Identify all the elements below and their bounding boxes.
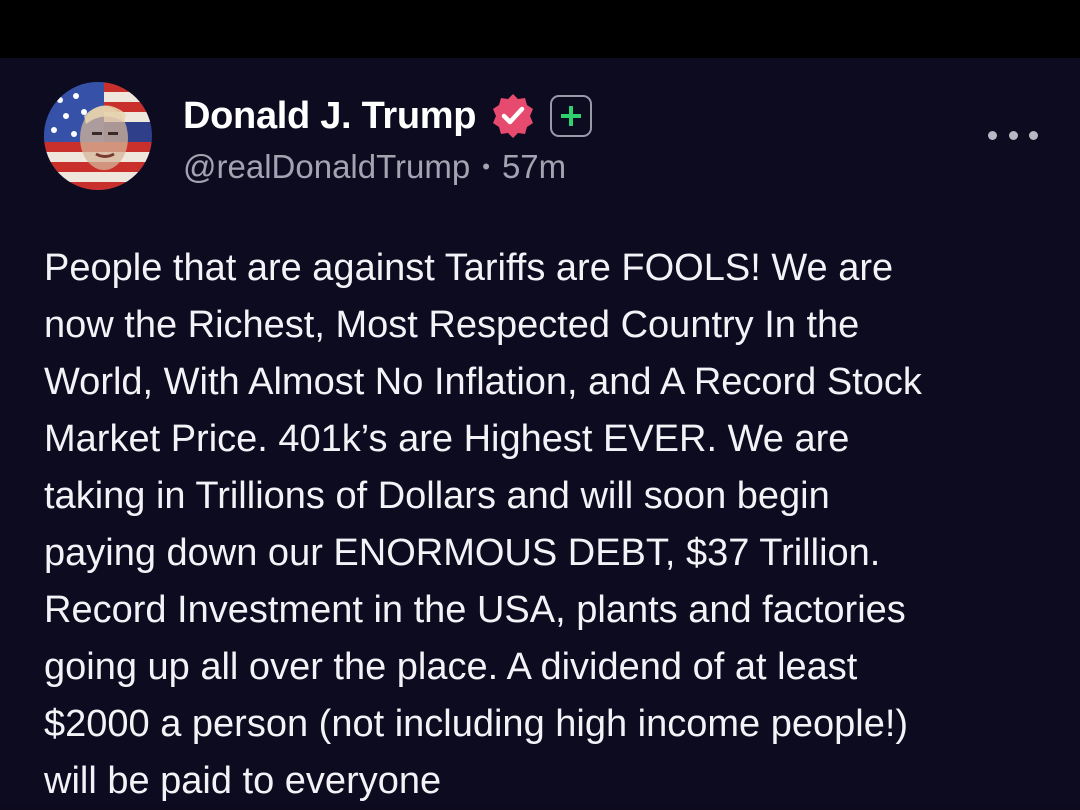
more-dot <box>988 130 997 140</box>
post-timestamp[interactable]: 57m <box>502 148 566 186</box>
post-text-line: now the Richest, Most Respected Country … <box>44 304 860 346</box>
more-options-icon[interactable] <box>988 122 1038 148</box>
meta-separator: • <box>482 154 490 179</box>
more-dot <box>1008 130 1018 140</box>
post-text-line: going up all over the place. A dividend … <box>44 646 858 688</box>
post-body: People that are against Tariffs are FOOL… <box>44 240 1044 810</box>
post-text-line: paying down our ENORMOUS DEBT, $37 Trill… <box>44 532 881 574</box>
post-text-line: World, With Almost No Inflation, and A R… <box>44 361 922 403</box>
post-text-line: Market Price. 401k’s are Highest EVER. W… <box>44 418 850 460</box>
author-display-name[interactable]: Donald J. Trump <box>183 95 477 138</box>
post-text-line: $2000 a person (not including high incom… <box>44 703 909 745</box>
plus-icon[interactable] <box>550 95 593 137</box>
top-black-band <box>0 0 1080 58</box>
post-text-line: will be paid to everyone <box>44 760 442 802</box>
author-name-row: Donald J. Trump <box>183 91 593 141</box>
verified-check-icon <box>488 91 538 141</box>
post-text-line: Record Investment in the USA, plants and… <box>44 589 906 631</box>
author-meta-row: @realDonaldTrump • 57m <box>183 145 566 189</box>
post-text-line: taking in Trillions of Dollars and will … <box>44 475 830 517</box>
author-avatar[interactable] <box>44 82 152 190</box>
post-text-line: People that are against Tariffs are FOOL… <box>44 247 894 289</box>
author-handle[interactable]: @realDonaldTrump <box>183 148 470 186</box>
more-dot <box>1029 130 1038 140</box>
